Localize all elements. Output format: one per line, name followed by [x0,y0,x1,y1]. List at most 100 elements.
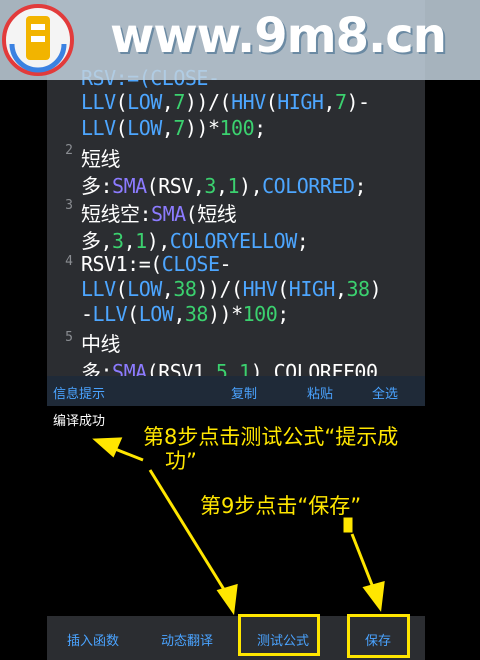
code-token: )- [346,90,371,114]
site-logo [2,4,74,76]
code-token: , [173,302,185,326]
code-token: ),COLORFF00 [250,360,378,376]
code-token: LLV [81,277,116,301]
code-token: LOW [127,116,162,140]
line-number: 5 [65,330,73,345]
code-token: ))/( [184,90,232,114]
code-token: - [219,252,232,276]
code-token: 1 [227,174,240,198]
code-token: , [215,174,228,198]
code-token: RSV1:=( [81,252,162,276]
line-number: 4 [65,254,73,269]
code-token: 38 [346,277,371,301]
code-token: 3 [204,174,216,198]
code-token: 7 [173,90,185,114]
code-token: 100 [219,116,255,140]
dynamic-translate-button[interactable]: 动态翻译 [161,630,213,649]
code-token: , [161,116,174,140]
code-token: 多: [81,174,113,198]
code-token: ))* [207,302,243,326]
code-token: HIGH [277,90,324,114]
watermark-text: www.9m8.cn [110,8,447,64]
save-highlight-box [347,614,410,658]
code-token: LLV [81,90,116,114]
code-token: LOW [138,302,174,326]
step9-annotation: 第9步点击“保存” [200,494,362,518]
select-all-button[interactable]: 全选 [372,383,398,402]
code-token: , [227,360,240,376]
compile-status: 编译成功 [53,414,106,429]
code-token: HIGH [288,277,336,301]
code-token: ( [265,90,278,114]
code-line: LLV(LOW,38))/(HHV(HIGH,38) [81,277,382,301]
code-token: COLORRED [262,174,355,198]
code-token: 短线 [81,147,121,171]
code-token: HHV [231,90,266,114]
code-line: 多,3,1),COLORYELLOW; [81,225,309,254]
code-token: LOW [127,90,162,114]
code-token: ; [277,302,289,326]
code-token: ; [296,229,309,253]
code-line: -LLV(LOW,38))*100; [81,302,289,326]
edit-toolbar: 信息提示 复制 粘贴 全选 [47,376,425,406]
code-token: (RSV, [146,174,205,198]
code-token: 1 [239,360,251,376]
code-token: LLV [92,302,128,326]
code-token: COLORYELLOW [169,229,297,253]
code-line: 短线空:SMA(短线 [81,198,237,227]
code-token: 5 [215,360,228,376]
code-token: ( [127,302,139,326]
code-line: LLV(LOW,7))/(HHV(HIGH,7)- [81,90,370,114]
formula-editor-screen: 2 3 4 5 RSV:=(CLOSE- LLV(LOW,7))/(HHV(HI… [47,0,425,660]
code-token: HHV [242,277,278,301]
line-number: 2 [65,143,73,158]
code-token: 100 [242,302,278,326]
code-token: 多, [81,229,113,253]
code-token: ( [277,277,289,301]
copy-button[interactable]: 复制 [231,383,257,402]
code-line: 中线 [81,328,121,357]
code-token: SMA [112,174,147,198]
watermark-banner: www.9m8.cn [0,0,480,80]
code-token: , [161,277,174,301]
paste-button[interactable]: 粘贴 [307,383,333,402]
code-token: 38 [184,302,209,326]
code-token: 7 [334,90,347,114]
insert-function-button[interactable]: 插入函数 [67,630,119,649]
line-number: 3 [65,198,73,213]
code-token: LOW [127,277,162,301]
code-token: 多: [81,360,113,376]
info-tab[interactable]: 信息提示 [53,383,105,402]
code-line: LLV(LOW,7))*100; [81,116,266,140]
code-token: ( [115,90,128,114]
code-token: 38 [173,277,197,301]
code-token: , [323,90,335,114]
code-token: (短线 [185,202,237,226]
code-token: 3 [112,229,124,253]
code-line: 多:SMA(RSV1,5,1),COLORFF00 [81,356,378,376]
code-token: LLV [81,116,116,140]
code-token: (RSV1, [146,360,217,376]
code-token: ) [369,277,382,301]
code-token: ( [115,116,128,140]
code-token: 7 [173,116,185,140]
code-token: - [81,302,93,326]
code-line: 多:SMA(RSV,3,1),COLORRED; [81,170,366,199]
code-token: ), [239,174,263,198]
code-token: ( [115,277,128,301]
code-token: ))* [184,116,220,140]
code-token: SMA [112,360,147,376]
code-token: , [123,229,136,253]
code-token: ; [354,174,366,198]
step8-annotation-line2: 功” [165,449,197,473]
code-token: , [161,90,174,114]
code-token: CLOSE [161,252,220,276]
code-token: ; [254,116,266,140]
code-token: ), [146,229,171,253]
code-token: 1 [135,229,147,253]
code-token: , [334,277,347,301]
code-token: 中线 [81,332,121,356]
code-token: 短线空: [81,202,152,226]
code-token: SMA [151,202,186,226]
code-token: ))/( [196,277,243,301]
